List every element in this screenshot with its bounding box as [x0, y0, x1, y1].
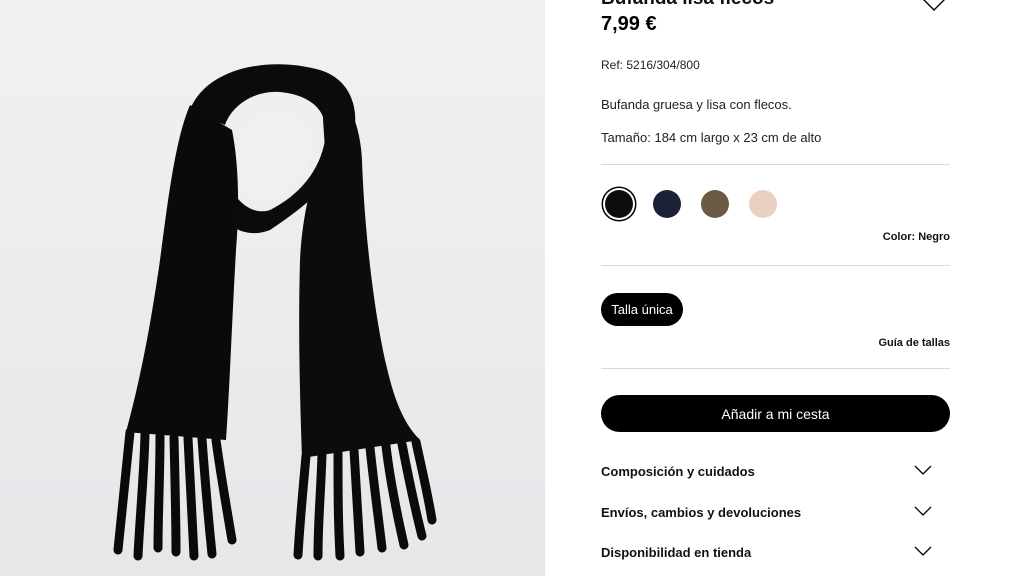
selected-color-label: Color: Negro	[882, 231, 950, 243]
accordion-store-availability[interactable]: Disponibilidad en tienda	[601, 542, 950, 564]
color-swatch-navy[interactable]	[653, 190, 681, 218]
color-swatch-brown[interactable]	[701, 190, 729, 218]
heart-icon[interactable]	[919, 0, 949, 12]
add-to-cart-button[interactable]: Añadir a mi cesta	[601, 395, 950, 432]
color-swatch-black[interactable]	[605, 190, 633, 218]
chevron-down-icon	[914, 506, 932, 516]
product-title: Bufanda lisa flecos	[601, 0, 774, 10]
divider	[601, 368, 950, 369]
accordion-composition[interactable]: Composición y cuidados	[601, 461, 950, 483]
divider	[601, 265, 950, 266]
size-guide-link[interactable]: Guía de tallas	[878, 337, 950, 349]
product-description: Bufanda gruesa y lisa con flecos.	[601, 97, 792, 112]
product-size-info: Tamaño: 184 cm largo x 23 cm de alto	[601, 130, 822, 145]
product-ref: Ref: 5216/304/800	[601, 58, 700, 72]
accordion-label: Envíos, cambios y devoluciones	[601, 505, 802, 520]
divider	[601, 164, 950, 165]
product-price: 7,99 €	[601, 13, 657, 35]
accordion-shipping[interactable]: Envíos, cambios y devoluciones	[601, 502, 950, 524]
chevron-down-icon	[914, 546, 932, 556]
product-image[interactable]	[0, 0, 545, 576]
accordion-label: Disponibilidad en tienda	[601, 545, 752, 560]
chevron-down-icon	[914, 465, 932, 475]
accordion-label: Composición y cuidados	[601, 464, 755, 479]
scarf-image	[0, 0, 545, 576]
size-option-unique[interactable]: Talla única	[601, 293, 683, 326]
color-swatch-pink[interactable]	[749, 190, 777, 218]
product-details: Bufanda lisa flecos 7,99 € Ref: 5216/304…	[601, 0, 950, 576]
